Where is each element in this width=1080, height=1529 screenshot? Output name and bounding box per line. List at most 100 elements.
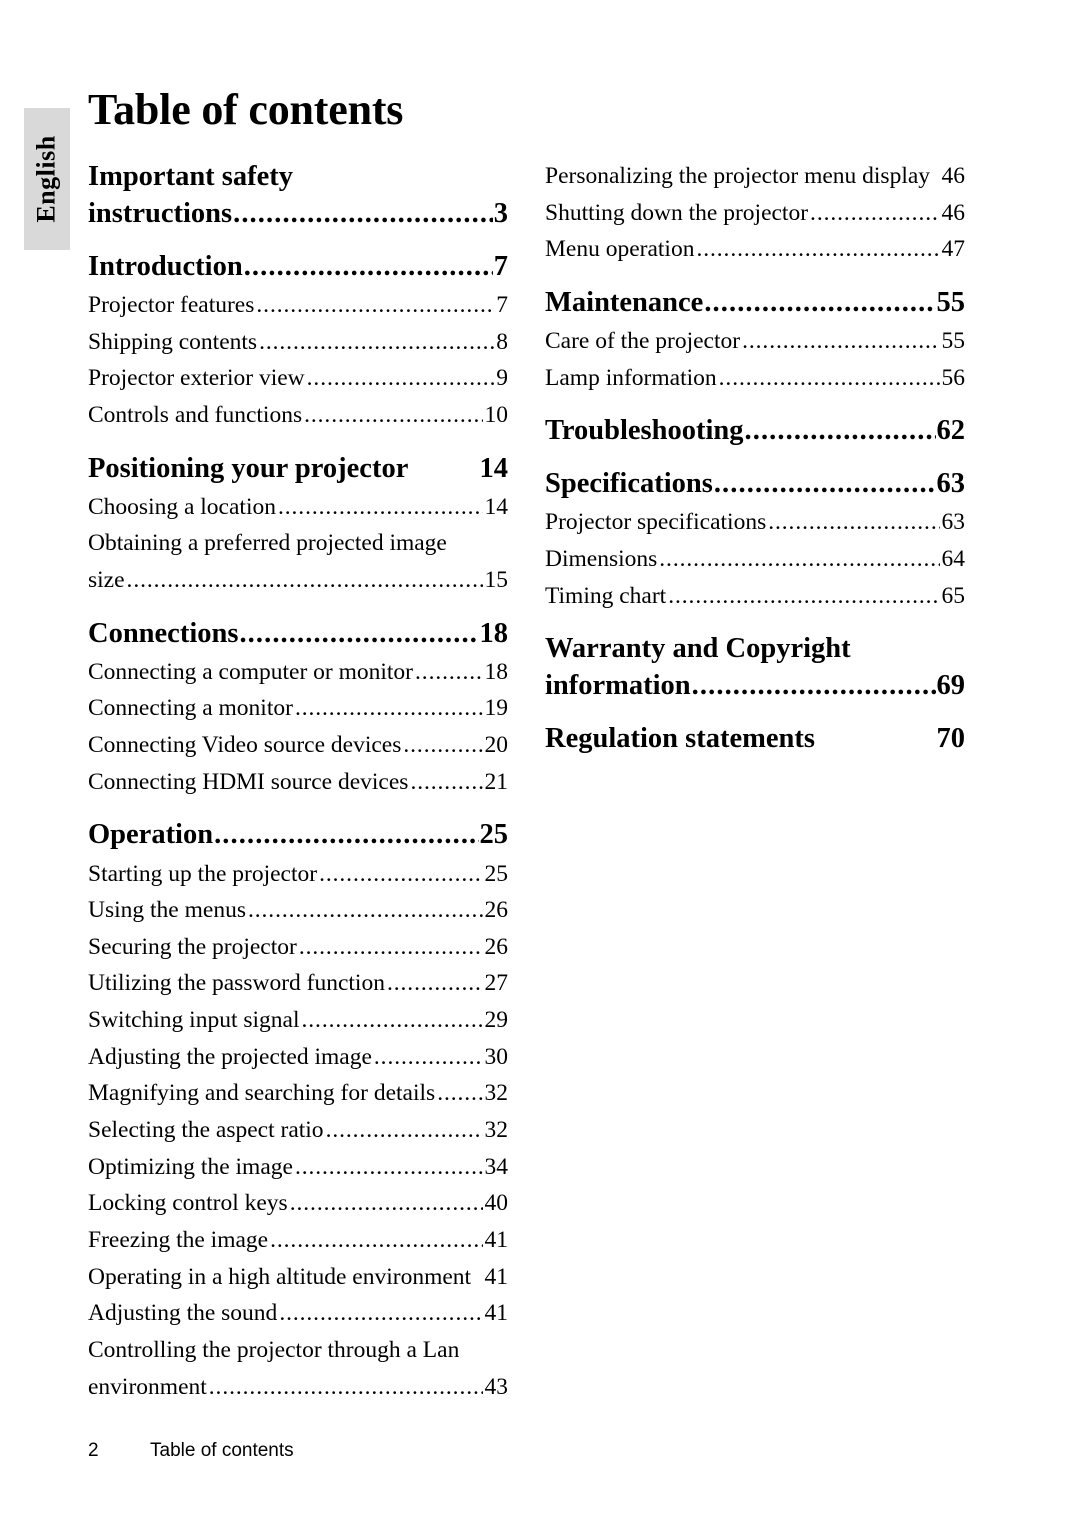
toc-entry-major[interactable]: Operation...............................…	[88, 816, 508, 853]
toc-entry-row: Introduction............................…	[88, 248, 508, 285]
toc-entry-row: Operation...............................…	[88, 816, 508, 853]
footer-page-number: 2	[88, 1440, 99, 1461]
toc-entry-minor[interactable]: Connecting a computer or monitor........…	[88, 654, 508, 691]
toc-entry-title: environment	[88, 1373, 207, 1400]
toc-entry-minor[interactable]: Utilizing the password function.........…	[88, 965, 508, 1002]
english-language-tab: English	[24, 108, 70, 250]
toc-entry-minor[interactable]: Dimensions..............................…	[545, 541, 965, 578]
toc-entry-row: Maintenance.............................…	[545, 284, 965, 321]
toc-entry-minor[interactable]: Shutting down the projector.............…	[545, 195, 965, 232]
toc-leader-dots: ........................................…	[410, 768, 482, 795]
toc-entry-minor[interactable]: Personalizing the projector menu display…	[545, 158, 965, 195]
toc-entry-row: Menu operation..........................…	[545, 231, 965, 268]
toc-column-right: Personalizing the projector menu display…	[545, 158, 965, 760]
toc-entry-major[interactable]: Regulation statements 70	[545, 720, 965, 757]
toc-entry-minor[interactable]: Freezing the image......................…	[88, 1222, 508, 1259]
toc-entry-title: Connecting HDMI source devices	[88, 768, 409, 795]
toc-entry-minor[interactable]: Selecting the aspect ratio..............…	[88, 1112, 508, 1149]
toc-page-number: 62	[936, 415, 966, 447]
toc-entry-title: information	[545, 670, 691, 702]
toc-entry-minor[interactable]: Controlling the projector through a Lan e…	[88, 1332, 508, 1405]
toc-entry-title: Dimensions	[545, 546, 658, 573]
toc-entry-major[interactable]: Connections.............................…	[88, 615, 508, 652]
toc-page-number: 63	[941, 509, 966, 536]
toc-entry-title: Menu operation	[545, 236, 695, 263]
toc-entry-minor[interactable]: Timing chart............................…	[545, 578, 965, 615]
toc-entry-minor[interactable]: Lamp information........................…	[545, 360, 965, 397]
toc-entry-minor[interactable]: Locking control keys....................…	[88, 1185, 508, 1222]
toc-leader-dots: ........................................…	[126, 567, 483, 594]
toc-leader-dots: ........................................…	[373, 1043, 483, 1070]
toc-page-number: 64	[941, 546, 966, 573]
toc-entry-minor[interactable]: Securing the projector..................…	[88, 929, 508, 966]
toc-entry-minor[interactable]: Optimizing the image....................…	[88, 1149, 508, 1186]
toc-entry-title: Introduction	[88, 251, 243, 283]
toc-entry-major[interactable]: Troubleshooting.........................…	[545, 412, 965, 449]
toc-page-number: 14	[479, 452, 509, 484]
toc-entry-major[interactable]: Introduction............................…	[88, 248, 508, 285]
toc-entry-title: Projector exterior view	[88, 365, 305, 392]
toc-entry-title: Regulation statements	[545, 723, 815, 755]
toc-leader-dots: ........................................…	[768, 509, 939, 536]
toc-leader-dots: ........................................…	[277, 493, 483, 520]
toc-entry-row: Shutting down the projector.............…	[545, 195, 965, 232]
toc-page-number: 32	[484, 1080, 509, 1107]
toc-entry-major[interactable]: Positioning your projector 14	[88, 450, 508, 487]
toc-entry-minor[interactable]: Adjusting the sound.....................…	[88, 1295, 508, 1332]
toc-entry-title: Choosing a location	[88, 493, 276, 520]
toc-entry-title: size	[88, 567, 125, 594]
toc-entry-minor[interactable]: Connecting a monitor....................…	[88, 690, 508, 727]
toc-entry-minor[interactable]: Shipping contents.......................…	[88, 324, 508, 361]
toc-entry-minor[interactable]: Projector specifications................…	[545, 504, 965, 541]
toc-entry-major[interactable]: Specifications..........................…	[545, 465, 965, 502]
toc-page-number: 41	[484, 1227, 509, 1254]
toc-entry-minor[interactable]: Care of the projector...................…	[545, 323, 965, 360]
toc-leader-dots: ........................................…	[247, 897, 483, 924]
toc-entry-minor[interactable]: Magnifying and searching for details....…	[88, 1075, 508, 1112]
toc-leader-dots: ........................................…	[214, 819, 478, 851]
toc-entry-row: Connecting a computer or monitor........…	[88, 654, 508, 691]
toc-page-number: 55	[941, 328, 966, 355]
toc-entry-row: Locking control keys....................…	[88, 1185, 508, 1222]
toc-entry-minor[interactable]: Choosing a location.....................…	[88, 489, 508, 526]
toc-entry-minor[interactable]: Projector features......................…	[88, 287, 508, 324]
toc-leader-dots: ........................................…	[403, 732, 482, 759]
toc-entry-minor[interactable]: Controls and functions..................…	[88, 397, 508, 434]
toc-entry-minor[interactable]: Obtaining a preferred projected image siz…	[88, 525, 508, 598]
toc-entry-row: Connecting Video source devices.........…	[88, 727, 508, 764]
toc-entry-minor[interactable]: Menu operation..........................…	[545, 231, 965, 268]
toc-leader-dots: ........................................…	[294, 695, 483, 722]
toc-leader-dots: ........................................…	[279, 1300, 483, 1327]
toc-entry-title: Specifications	[545, 468, 713, 500]
toc-entry-minor[interactable]: Connecting Video source devices.........…	[88, 727, 508, 764]
toc-entry-minor[interactable]: Projector exterior view.................…	[88, 360, 508, 397]
toc-entry-row: Lamp information........................…	[545, 360, 965, 397]
toc-entry-major[interactable]: Maintenance.............................…	[545, 284, 965, 321]
toc-entry-minor[interactable]: Adjusting the projected image...........…	[88, 1039, 508, 1076]
toc-entry-row: Connections.............................…	[88, 615, 508, 652]
toc-leader-dots: ........................................…	[704, 286, 935, 318]
toc-leader-dots: ........................................…	[691, 670, 936, 702]
toc-page-number: 3	[493, 198, 508, 230]
toc-entry-minor[interactable]: Using the menus.........................…	[88, 892, 508, 929]
toc-entry-title: Timing chart	[545, 582, 667, 609]
toc-entry-row: Choosing a location.....................…	[88, 489, 508, 526]
toc-entry-minor[interactable]: Operating in a high altitude environment…	[88, 1259, 508, 1296]
toc-leader-dots: ........................................…	[744, 415, 936, 447]
toc-entry-row: Securing the projector..................…	[88, 929, 508, 966]
toc-entry-minor[interactable]: Connecting HDMI source devices..........…	[88, 764, 508, 801]
toc-entry-row: Using the menus.........................…	[88, 892, 508, 929]
toc-entry-minor[interactable]: Starting up the projector...............…	[88, 856, 508, 893]
toc-entry-row: Positioning your projector 14	[88, 450, 508, 487]
toc-entry-major[interactable]: Important safety instructions............…	[88, 158, 508, 232]
toc-entry-minor[interactable]: Switching input signal..................…	[88, 1002, 508, 1039]
toc-leader-dots: ........................................…	[696, 236, 939, 263]
toc-entry-row: Care of the projector...................…	[545, 323, 965, 360]
toc-leader-dots: ........................................…	[306, 365, 495, 392]
toc-entry-row: Projector exterior view.................…	[88, 360, 508, 397]
toc-entry-row: Adjusting the sound.....................…	[88, 1295, 508, 1332]
toc-entry-row: information.............................…	[545, 667, 965, 704]
toc-entry-major[interactable]: Warranty and Copyright information.......…	[545, 630, 965, 704]
toc-entry-title: Operation	[88, 819, 214, 851]
toc-entry-title: Projector features	[88, 292, 255, 319]
